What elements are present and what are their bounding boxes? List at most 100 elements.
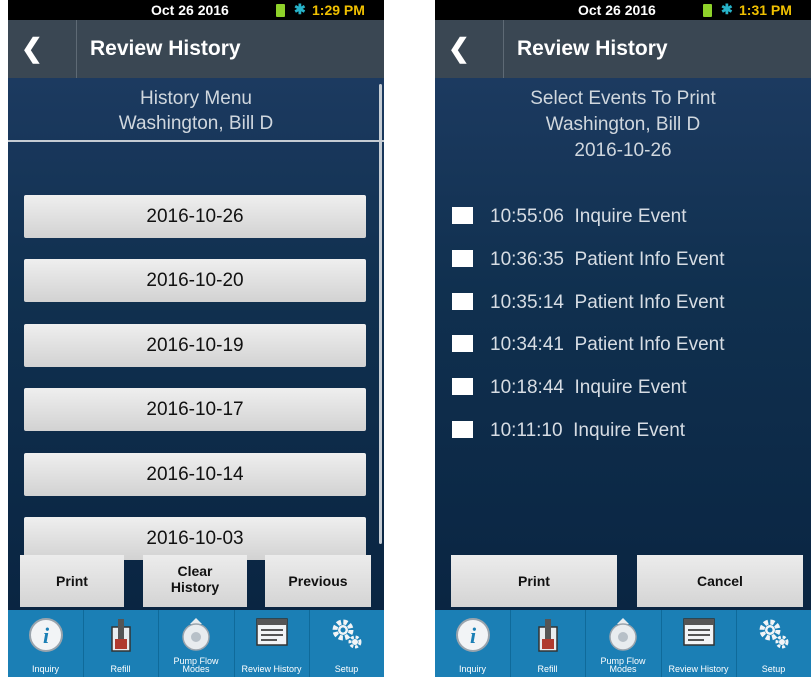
app-header: ❮ Review History (435, 20, 811, 78)
tab-label: Review History (668, 664, 729, 674)
tab-inquiry[interactable]: i Inquiry (8, 610, 84, 677)
status-date: Oct 26 2016 (578, 2, 656, 18)
event-name: Patient Info Event (574, 334, 725, 355)
tab-label: Modes (182, 664, 210, 674)
event-checkbox[interactable] (452, 292, 473, 310)
back-chevron-icon: ❮ (448, 33, 470, 63)
pump-flow-icon (182, 618, 210, 651)
back-chevron-icon: ❮ (21, 33, 43, 63)
review-history-icon (255, 618, 288, 646)
date-button[interactable]: 2016-10-26 (24, 195, 366, 238)
tab-label: Refill (537, 664, 558, 674)
event-row[interactable]: 10:36:35 Patient Info Event (452, 245, 725, 275)
status-date: Oct 26 2016 (151, 2, 229, 18)
event-time: 10:35:14 (490, 292, 564, 313)
event-time: 10:34:41 (490, 334, 564, 355)
date-button[interactable]: 2016-10-17 (24, 388, 366, 431)
action-bar: Print Cancel (435, 545, 811, 610)
tab-label: Inquiry (31, 664, 59, 674)
tab-pump-flow-modes[interactable]: Pump Flow Modes (158, 610, 235, 677)
svg-text:i: i (469, 623, 476, 648)
print-button[interactable]: Print (20, 555, 124, 607)
event-time: 10:36:35 (490, 249, 564, 270)
tab-setup[interactable]: Setup (309, 610, 384, 677)
cancel-button[interactable]: Cancel (637, 555, 803, 607)
event-time: 10:55:06 (490, 206, 564, 227)
tab-inquiry[interactable]: i Inquiry (435, 610, 511, 677)
event-name: Patient Info Event (574, 249, 725, 270)
event-checkbox[interactable] (452, 334, 473, 352)
page-title: Review History (517, 37, 668, 60)
event-time: 10:18:44 (490, 377, 564, 398)
status-time: 1:31 PM (739, 2, 792, 18)
scrollbar[interactable] (379, 84, 382, 544)
date-button[interactable]: 2016-10-20 (24, 259, 366, 302)
info-icon: i (455, 618, 490, 652)
status-time: 1:29 PM (312, 2, 365, 18)
refill-icon (110, 619, 131, 652)
tab-refill[interactable]: Refill (510, 610, 586, 677)
select-events-content: Select Events To Print Washington, Bill … (435, 78, 811, 610)
bottom-tab-bar: i Inquiry Refill Pump Flow Modes Review … (435, 610, 811, 677)
review-history-icon (682, 618, 715, 646)
setup-gear-icon (332, 619, 361, 649)
history-menu-content: History Menu Washington, Bill D 2016-10-… (8, 78, 384, 610)
event-row[interactable]: 10:18:44 Inquire Event (452, 373, 687, 403)
event-row[interactable]: 10:55:06 Inquire Event (452, 202, 687, 232)
menu-title: History Menu (140, 88, 252, 109)
back-button[interactable]: ❮ (8, 20, 77, 78)
event-name: Inquire Event (574, 377, 687, 398)
tab-review-history[interactable]: Review History (234, 610, 310, 677)
date-button[interactable]: 2016-10-19 (24, 324, 366, 367)
bluetooth-icon: ✱ (721, 1, 733, 17)
event-time: 10:11:10 (490, 420, 563, 441)
setup-gear-icon (759, 619, 788, 649)
tab-label: Inquiry (458, 664, 486, 674)
action-bar: Print Clear History Previous (8, 545, 384, 610)
status-bar: Oct 26 2016 ✱ 1:29 PM (8, 0, 384, 20)
status-bar: Oct 26 2016 ✱ 1:31 PM (435, 0, 811, 20)
tab-pump-flow-modes[interactable]: Pump Flow Modes (585, 610, 662, 677)
clear-history-label-1: Clear (177, 563, 213, 579)
bluetooth-icon: ✱ (294, 1, 306, 17)
tab-refill[interactable]: Refill (83, 610, 159, 677)
event-checkbox[interactable] (452, 249, 473, 267)
event-row[interactable]: 10:34:41 Patient Info Event (452, 330, 725, 360)
patient-name: Washington, Bill D (118, 113, 274, 134)
event-row[interactable]: 10:35:14 Patient Info Event (452, 288, 725, 318)
event-checkbox[interactable] (452, 420, 473, 438)
divider (8, 140, 384, 142)
app-header: ❮ Review History (8, 20, 384, 78)
pump-flow-icon (609, 618, 637, 651)
clear-history-button[interactable]: Clear History (143, 555, 247, 607)
print-button[interactable]: Print (451, 555, 617, 607)
menu-title: Select Events To Print (530, 88, 716, 109)
tab-label: Setup (334, 664, 359, 674)
tab-label: Review History (241, 664, 302, 674)
event-name: Patient Info Event (574, 292, 725, 313)
page-title: Review History (90, 37, 241, 60)
event-checkbox[interactable] (452, 377, 473, 395)
tab-review-history[interactable]: Review History (661, 610, 737, 677)
previous-button[interactable]: Previous (265, 555, 371, 607)
left-phone-screen: Oct 26 2016 ✱ 1:29 PM ❮ Review History H… (8, 0, 384, 677)
event-name: Inquire Event (574, 206, 687, 227)
info-icon: i (28, 618, 63, 652)
svg-text:i: i (42, 623, 49, 648)
battery-icon (703, 4, 712, 17)
tab-label: Setup (761, 664, 786, 674)
selected-date: 2016-10-26 (574, 140, 672, 161)
battery-icon (276, 4, 285, 17)
tab-setup[interactable]: Setup (736, 610, 811, 677)
right-phone-screen: Oct 26 2016 ✱ 1:31 PM ❮ Review History S… (435, 0, 811, 677)
back-button[interactable]: ❮ (435, 20, 504, 78)
tab-label: Modes (609, 664, 637, 674)
event-name: Inquire Event (573, 420, 686, 441)
bottom-tab-bar: i Inquiry Refill Pump Flow Modes Review … (8, 610, 384, 677)
date-button[interactable]: 2016-10-14 (24, 453, 366, 496)
event-row[interactable]: 10:11:10 Inquire Event (452, 416, 685, 446)
refill-icon (537, 619, 558, 652)
event-checkbox[interactable] (452, 206, 473, 224)
clear-history-label-2: History (170, 579, 220, 595)
tab-label: Refill (110, 664, 131, 674)
